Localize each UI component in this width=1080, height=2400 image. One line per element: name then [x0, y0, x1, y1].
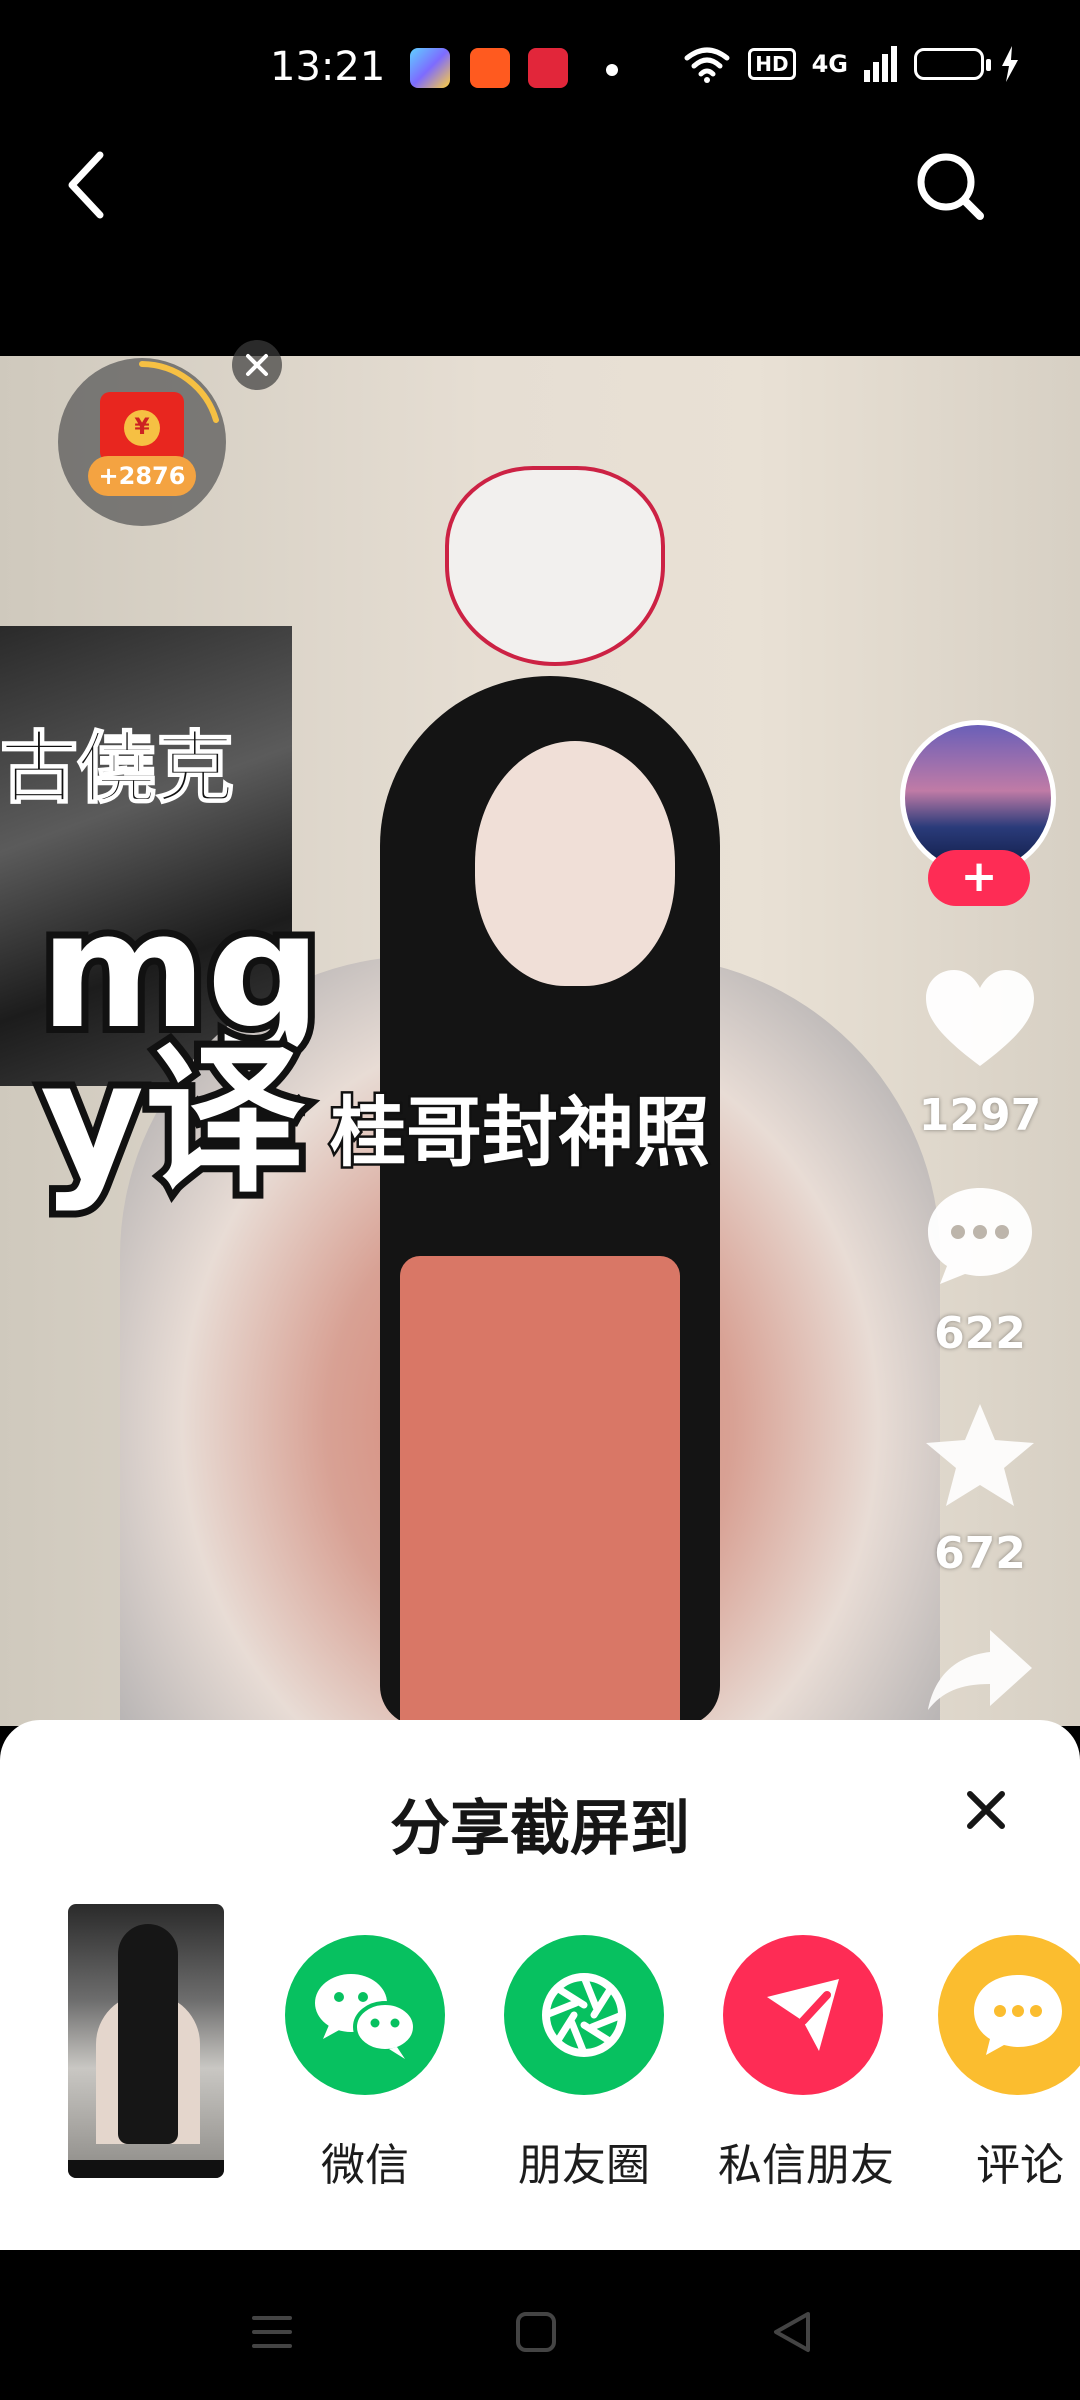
menu-button[interactable]	[250, 2310, 294, 2354]
wifi-icon	[684, 47, 730, 83]
orange-app-icon	[470, 48, 510, 88]
heart-icon	[926, 970, 1034, 1066]
favorite-button[interactable]	[920, 1400, 1040, 1510]
status-time: 13:21	[270, 44, 386, 90]
wechat-icon	[285, 1935, 445, 2095]
notification-dot	[606, 64, 618, 76]
home-icon	[516, 2312, 556, 2352]
poster-text: 古僥克	[0, 723, 235, 815]
video-caption: 桂哥封神照	[328, 1086, 713, 1180]
screenshot-thumbnail[interactable]	[68, 1904, 224, 2178]
overlay-text: mg y译	[33, 877, 328, 1214]
charging-icon	[1002, 46, 1018, 82]
share-arrow-icon	[928, 1630, 1032, 1710]
home-button[interactable]	[514, 2310, 558, 2354]
fox-mask	[445, 466, 665, 666]
thumbnail-caption-bar	[68, 2160, 224, 2178]
triangle-back-icon	[774, 2312, 810, 2352]
share-sheet-close-button[interactable]	[956, 1780, 1016, 1840]
network-label: 4G	[811, 50, 848, 78]
status-bar: 13:21 HD 4G	[0, 0, 1080, 140]
system-navigation-bar	[0, 2250, 1080, 2400]
back-button[interactable]	[60, 140, 120, 230]
star-icon	[926, 1404, 1034, 1506]
like-count: 1297	[918, 1090, 1042, 1141]
overlay-line-1: mg	[33, 877, 328, 1064]
share-target-moments[interactable]: 朋友圈	[499, 1935, 669, 2193]
signal-icon	[864, 46, 897, 82]
share-button[interactable]	[920, 1620, 1040, 1715]
close-icon	[246, 354, 268, 376]
battery-icon	[914, 48, 991, 80]
back-nav-button[interactable]	[770, 2308, 814, 2356]
hd-badge: HD	[748, 48, 796, 80]
like-button[interactable]	[920, 966, 1040, 1076]
share-target-label: 微信	[321, 2140, 409, 2191]
video-player[interactable]: 古僥克 mg y译 桂哥封神照	[0, 356, 1080, 1726]
comment-button[interactable]	[920, 1180, 1040, 1290]
share-target-direct-message[interactable]: 私信朋友	[718, 1935, 894, 2193]
share-sheet-title: 分享截屏到	[390, 1794, 690, 1864]
moments-icon	[504, 1935, 664, 2095]
search-button[interactable]	[910, 140, 990, 230]
menu-icon	[252, 2316, 292, 2348]
close-icon	[967, 1791, 1005, 1829]
shopping-app-icon	[528, 48, 568, 88]
favorite-count: 672	[934, 1528, 1026, 1579]
video-subject-face	[475, 741, 675, 986]
reward-close-button[interactable]	[232, 340, 282, 390]
reward-amount: +2876	[88, 456, 196, 496]
overlay-line-2: y译	[33, 1027, 311, 1214]
thumbnail-hair	[118, 1924, 178, 2144]
share-target-label: 私信朋友	[718, 2140, 894, 2191]
comment-icon	[938, 1935, 1080, 2095]
coin-icon: ¥	[124, 410, 160, 446]
send-icon	[723, 1935, 883, 2095]
share-target-label: 朋友圈	[518, 2140, 650, 2191]
status-indicators: HD 4G	[682, 44, 1020, 84]
share-target-wechat[interactable]: 微信	[280, 1935, 450, 2193]
video-subject-skirt	[400, 1256, 680, 1726]
share-target-comment[interactable]: 评论	[938, 1935, 1080, 2193]
gallery-app-icon	[410, 48, 450, 88]
follow-button[interactable]: +	[928, 850, 1030, 906]
share-target-label: 评论	[976, 2140, 1064, 2191]
comment-count: 622	[934, 1308, 1026, 1359]
